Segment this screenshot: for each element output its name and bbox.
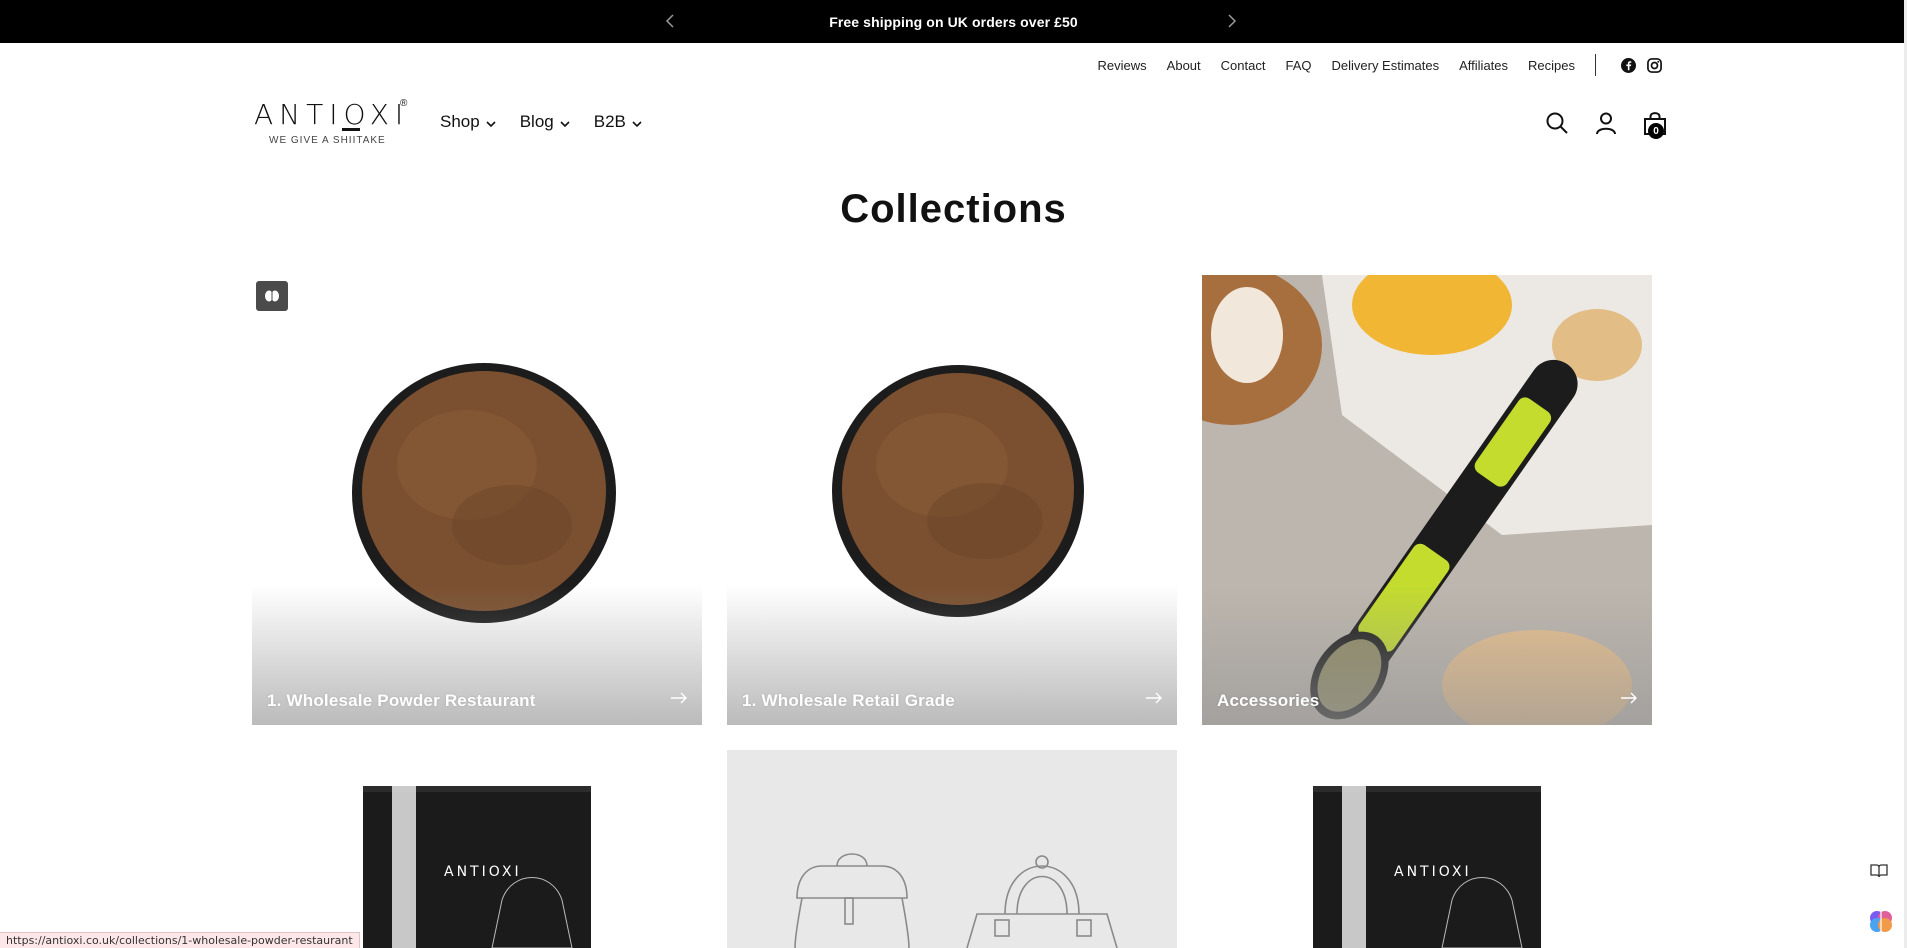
book-icon [1870, 864, 1888, 878]
util-link-about[interactable]: About [1167, 58, 1201, 73]
status-url: https://antioxi.co.uk/collections/1-whol… [6, 934, 353, 947]
chevron-down-icon [486, 120, 496, 127]
collection-card-pouch-2[interactable]: ANTIOXI [1202, 750, 1652, 948]
nav-blog-label: Blog [519, 112, 554, 131]
util-link-reviews[interactable]: Reviews [1098, 58, 1147, 73]
arrow-right-icon [1620, 688, 1638, 709]
header-icons: 0 [1544, 110, 1691, 139]
util-link-recipes[interactable]: Recipes [1528, 58, 1575, 73]
chevron-down-icon [560, 120, 570, 127]
collection-card-accessories[interactable]: Accessories [1202, 275, 1652, 725]
collection-card-wholesale-powder-restaurant[interactable]: 1. Wholesale Powder Restaurant [252, 275, 702, 725]
pouch-brand-text: ANTIOXI [1394, 864, 1472, 880]
status-url-bar: https://antioxi.co.uk/collections/1-whol… [0, 932, 360, 948]
utility-nav: Reviews About Contact FAQ Delivery Estim… [1078, 54, 1662, 76]
chevron-down-icon [632, 120, 642, 127]
cart-button[interactable]: 0 [1642, 110, 1668, 139]
util-link-delivery-estimates[interactable]: Delivery Estimates [1331, 58, 1439, 73]
util-divider [1595, 54, 1596, 76]
reader-mode-button[interactable] [1862, 854, 1896, 888]
brain-icon [1870, 911, 1892, 932]
nav-shop[interactable]: Shop [440, 112, 496, 132]
collection-title: 1. Wholesale Powder Restaurant [267, 691, 536, 710]
nav-shop-label: Shop [440, 112, 480, 131]
site-logo[interactable]: ANTIOXI ® WE GIVE A SHIITAKE [254, 98, 414, 150]
accessibility-badge[interactable] [256, 281, 288, 311]
collection-title: Accessories [1217, 691, 1320, 710]
search-icon [1546, 112, 1568, 134]
announcement-bar: Free shipping on UK orders over £50 [0, 0, 1907, 43]
assistant-button[interactable] [1864, 904, 1898, 938]
facebook-icon[interactable] [1620, 57, 1636, 73]
product-pouch-image [1202, 750, 1652, 948]
nav-b2b-label: B2B [593, 112, 626, 131]
account-button[interactable] [1593, 110, 1619, 136]
collection-card-pouch-1[interactable]: ANTIOXI [252, 750, 702, 948]
placeholder-bags-image [727, 750, 1177, 948]
util-link-faq[interactable]: FAQ [1285, 58, 1311, 73]
collection-card-wholesale-retail-grade[interactable]: 1. Wholesale Retail Grade [727, 275, 1177, 725]
util-link-affiliates[interactable]: Affiliates [1459, 58, 1508, 73]
search-button[interactable] [1544, 110, 1570, 136]
logo-wordmark: ANTIOXI [254, 98, 410, 131]
announcement-prev-button[interactable] [658, 9, 682, 33]
announcement-text: Free shipping on UK orders over £50 [829, 13, 1078, 30]
announcement-next-button[interactable] [1220, 9, 1244, 33]
logo-registered-mark: ® [400, 98, 408, 109]
chevron-right-icon [1228, 14, 1237, 28]
logo-tagline: WE GIVE A SHIITAKE [269, 135, 386, 146]
arrow-right-icon [670, 688, 688, 709]
cart-count-badge: 0 [1648, 123, 1664, 139]
util-link-contact[interactable]: Contact [1221, 58, 1266, 73]
main-nav: Shop Blog B2B [440, 112, 666, 132]
pouch-brand-text: ANTIOXI [444, 864, 522, 880]
nav-blog[interactable]: Blog [520, 112, 570, 132]
collection-card-placeholder[interactable] [727, 750, 1177, 948]
page-title: Collections [840, 187, 1067, 231]
instagram-icon[interactable] [1646, 57, 1662, 73]
arrow-right-icon [1145, 688, 1163, 709]
brain-icon [265, 290, 279, 302]
user-icon [1596, 112, 1616, 135]
logo-underscore [342, 128, 360, 131]
chevron-left-icon [665, 14, 674, 28]
nav-b2b[interactable]: B2B [594, 112, 642, 132]
product-pouch-image [252, 750, 702, 948]
collection-title: 1. Wholesale Retail Grade [742, 691, 955, 710]
